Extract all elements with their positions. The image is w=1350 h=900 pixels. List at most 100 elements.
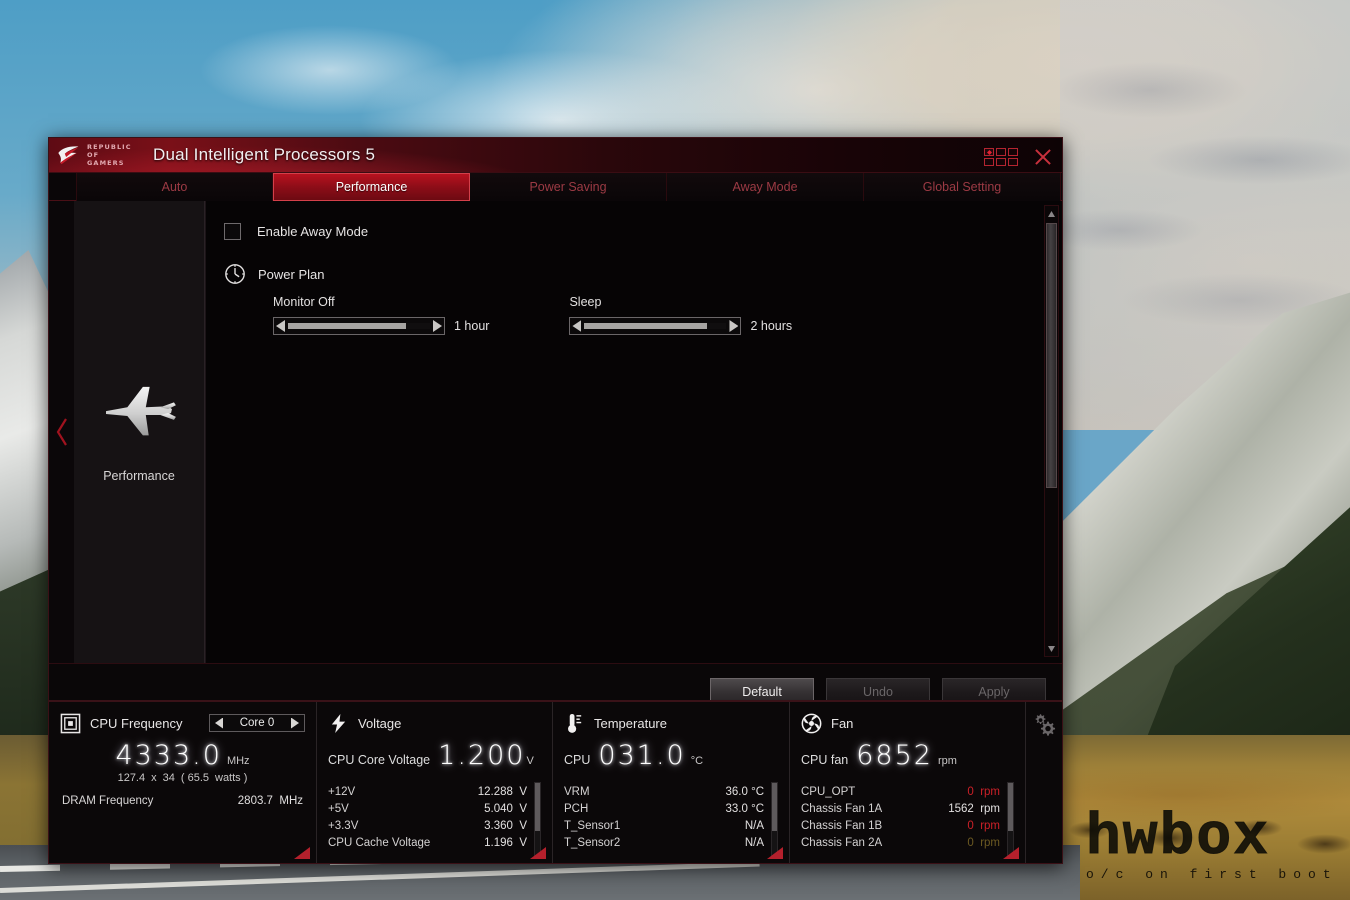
watermark-tagline: o/c on first boot [1086,867,1338,882]
sidebar-collapse-button[interactable] [49,201,74,663]
tab-performance[interactable]: Performance [273,173,470,201]
dram-frequency-row: DRAM Frequency 2803.7 MHz [60,795,305,807]
tab-global-setting[interactable]: Global Setting [864,173,1061,201]
rog-brand-line1: REPUBLIC OF [87,143,132,159]
monitor-off-label: Monitor Off [273,295,335,309]
sleep-slider-block: Sleep 2 hours [569,295,792,335]
tab-power-saving[interactable]: Power Saving [470,173,667,201]
scroll-down-arrow-icon[interactable] [1045,641,1058,656]
list-item: +12V 12.288 V [328,784,541,801]
temperature-list-scrollbar[interactable] [771,782,778,856]
sleep-slider-track[interactable] [584,323,727,329]
core-next-arrow-icon[interactable] [291,717,299,729]
voltage-row-name: +3.3V [328,820,359,832]
list-item: T_Sensor1 N/A [564,818,778,835]
fan-list-scrollbar[interactable] [1007,782,1014,856]
cpu-fan-label: CPU fan [801,753,849,767]
scroll-up-arrow-icon[interactable] [1045,206,1058,221]
sleep-increase-arrow-icon[interactable] [729,320,739,332]
cpu-fan-row: CPU fan 6852 rpm [801,740,1014,771]
list-item: CPU Cache Voltage 1.196 V [328,835,541,852]
close-icon[interactable] [1032,146,1054,168]
voltage-list-scroll-thumb[interactable] [535,783,540,831]
cpu-core-voltage-value: 1.200 [438,740,526,771]
core-selector-value: Core 0 [239,717,275,729]
fan-panel: Fan CPU fan 6852 rpm CPU_OPT 0 rpm Chass… [790,702,1026,863]
list-item: Chassis Fan 2A 0 rpm [801,835,1014,852]
rog-brand-line2: GAMERS [87,159,125,167]
cpu-frequency-value-row: 4333.0 MHz [60,740,305,771]
cpu-fan-value: 6852 [856,740,933,771]
fan-list-scroll-thumb[interactable] [1008,783,1013,831]
monitor-off-slider-row: 1 hour [273,317,489,335]
fan-row-value: 0 rpm [967,786,1000,798]
temperature-title: Temperature [594,715,667,731]
monitor-off-decrease-arrow-icon[interactable] [276,320,285,332]
cpu-temperature-row: CPU 031.0 °C [564,740,778,771]
grid-cell-6[interactable] [1008,158,1018,166]
sleep-slider[interactable] [569,317,742,335]
sleep-slider-fill [584,323,707,329]
monitor-off-slider[interactable] [273,317,445,335]
list-item: CPU_OPT 0 rpm [801,784,1014,801]
fan-header: Fan [801,712,1014,734]
window-body: Performance Enable Away Mode Power Plan … [49,201,1062,663]
rog-eye-icon [58,146,79,165]
temperature-row-value: 33.0 °C [725,803,764,815]
gears-icon [1035,714,1056,736]
monitor-off-increase-arrow-icon[interactable] [433,320,442,332]
cpu-core-voltage-label: CPU Core Voltage [328,753,431,767]
tab-auto[interactable]: Auto [76,173,273,201]
mode-sidebar: Performance [74,201,205,663]
fan-row-name: Chassis Fan 1A [801,803,883,815]
list-item: +3.3V 3.360 V [328,818,541,835]
cpu-core-voltage-row: CPU Core Voltage 1.200 V [328,740,541,771]
grid-cell-4[interactable] [984,158,994,166]
grid-layout-icon[interactable] [984,148,1018,166]
list-item: VRM 36.0 °C [564,784,778,801]
voltage-list: +12V 12.288 V +5V 5.040 V +3.3V 3.360 V … [328,782,541,856]
tab-away-mode[interactable]: Away Mode [667,173,864,201]
fan-icon [801,713,822,733]
cpu-temperature-label: CPU [564,753,591,767]
scrollbar-thumb[interactable] [1046,223,1057,488]
cpu-core-voltage-unit: V [526,755,534,767]
clock-icon [225,264,245,284]
grid-cell-5[interactable] [996,158,1006,166]
sleep-label: Sleep [569,295,602,309]
monitor-settings-button[interactable] [1026,702,1062,863]
desktop-background: hwbox o/c on first boot REPUBLIC OF GAME… [0,0,1350,900]
sleep-decrease-arrow-icon[interactable] [572,320,582,332]
fan-row-value: 0 rpm [967,820,1000,832]
cpu-frequency-header: CPU Frequency Core 0 [60,712,305,734]
sleep-value: 2 hours [750,319,793,333]
voltage-panel: Voltage CPU Core Voltage 1.200 V +12V 12… [317,702,553,863]
cpu-multiply-symbol: x [151,772,157,784]
power-plan-label: Power Plan [258,266,325,282]
cpu-temperature-unit: °C [690,755,704,767]
temperature-panel: Temperature CPU 031.0 °C VRM 36.0 °C PCH… [553,702,790,863]
panel-corner-marker [294,847,310,859]
monitor-off-slider-track[interactable] [288,323,430,329]
settings-content-inner: Enable Away Mode Power Plan Monitor Off … [206,201,1062,335]
temperature-list-scroll-thumb[interactable] [772,783,777,831]
rog-logo: REPUBLIC OF GAMERS [57,143,143,167]
voltage-row-name: CPU Cache Voltage [328,837,431,849]
enable-away-mode-row[interactable]: Enable Away Mode [224,223,1062,240]
temperature-row-value: N/A [744,837,764,849]
thermometer-icon [568,713,582,733]
temperature-row-name: T_Sensor1 [564,820,621,832]
cpu-watts-value: ( 65.5 [180,772,209,784]
grid-cell-1[interactable] [984,148,994,156]
enable-away-mode-checkbox[interactable] [224,223,241,240]
grid-cell-3[interactable] [1008,148,1018,156]
grid-cell-2[interactable] [996,148,1006,156]
voltage-list-scrollbar[interactable] [534,782,541,856]
dram-frequency-unit: MHz [279,795,303,807]
settings-content-pane: Enable Away Mode Power Plan Monitor Off … [205,201,1062,663]
content-vertical-scrollbar[interactable] [1044,205,1059,657]
core-selector[interactable]: Core 0 [209,714,305,732]
fan-title: Fan [831,715,854,731]
fan-list: CPU_OPT 0 rpm Chassis Fan 1A 1562 rpm Ch… [801,782,1014,856]
core-prev-arrow-icon[interactable] [215,717,223,729]
